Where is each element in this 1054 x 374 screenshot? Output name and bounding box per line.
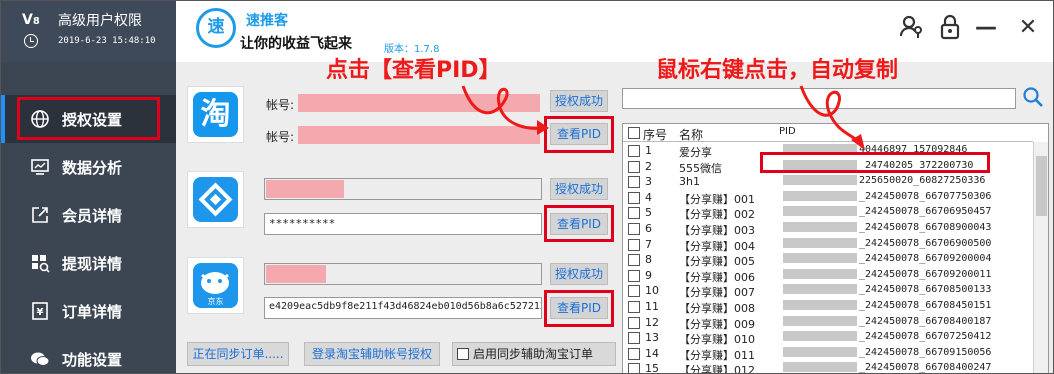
window-frame: [0, 0, 1054, 374]
